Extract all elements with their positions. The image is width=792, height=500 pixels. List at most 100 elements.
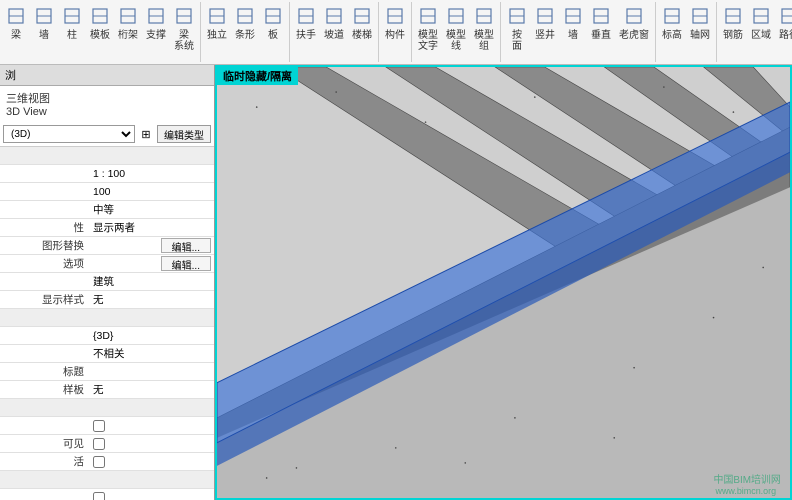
prop-value-cell[interactable] (90, 383, 214, 397)
prop-value-cell[interactable] (90, 203, 214, 217)
ribbon-btn-iso[interactable]: 独立 (204, 2, 230, 43)
prop-input[interactable] (93, 203, 211, 217)
ribbon-btn-wall[interactable]: 墙 (31, 2, 57, 54)
comp-icon (385, 4, 405, 28)
property-row (0, 327, 214, 345)
property-row: 可见 (0, 435, 214, 453)
prop-input[interactable] (93, 293, 211, 307)
property-row: 显示样式 (0, 291, 214, 309)
prop-checkbox[interactable] (93, 492, 105, 500)
prop-value-cell[interactable] (90, 221, 214, 235)
beamsys-icon (174, 4, 194, 28)
ribbon-btn-line[interactable]: 模型线 (443, 2, 469, 54)
prop-value-cell[interactable] (90, 492, 214, 500)
strip-icon (235, 4, 255, 28)
ribbon-label: 板 (268, 30, 278, 41)
prop-value-cell[interactable] (90, 293, 214, 307)
ribbon-btn-stair[interactable]: 楼梯 (349, 2, 375, 43)
ribbon-btn-truss[interactable]: 桁架 (115, 2, 141, 54)
ribbon-btn-rebar[interactable]: 钢筋 (720, 2, 746, 43)
ribbon-btn-shaft[interactable]: 竖井 (532, 2, 558, 54)
3d-scene[interactable]: 中国BIM培训网 www.bimcn.org (217, 67, 790, 498)
prop-value-cell[interactable]: 编辑... (90, 238, 214, 253)
ribbon-btn-comp[interactable]: 构件 (382, 2, 408, 43)
tree-item-3dview[interactable]: 三维视图 (6, 90, 208, 106)
ribbon-btn-beamsys[interactable]: 梁系统 (171, 2, 197, 54)
ribbon-btn-path[interactable]: 路径 (776, 2, 792, 43)
prop-checkbox[interactable] (93, 420, 105, 432)
wall2-icon (563, 4, 583, 28)
prop-checkbox[interactable] (93, 456, 105, 468)
prop-value-cell[interactable] (90, 365, 214, 379)
tree-item-3dview-sub[interactable]: 3D View (6, 106, 208, 118)
property-row: 图形替换编辑... (0, 237, 214, 255)
prop-value-cell[interactable] (90, 347, 214, 361)
prop-label: 标题 (0, 364, 90, 379)
prop-value-cell[interactable] (90, 456, 214, 468)
ribbon-btn-ramp[interactable]: 坡道 (321, 2, 347, 43)
ribbon-btn-level[interactable]: 标高 (659, 2, 685, 43)
viewport-temp-hide-tag[interactable]: 临时隐藏/隔离 (217, 67, 298, 85)
property-row (0, 471, 214, 489)
type-selector-dropdown[interactable]: (3D) (3, 125, 135, 143)
properties-grid: 性图形替换编辑...选项编辑...显示样式标题样板可见活编辑...向 (0, 147, 214, 500)
prop-edit-button[interactable]: 编辑... (161, 256, 211, 271)
property-row (0, 489, 214, 500)
ribbon-label: 独立 (207, 30, 227, 41)
ribbon-btn-face[interactable]: 按面 (504, 2, 530, 54)
prop-value-cell[interactable] (90, 275, 214, 289)
prop-value-cell[interactable] (90, 420, 214, 432)
rail-icon (296, 4, 316, 28)
ribbon-btn-area[interactable]: 区域 (748, 2, 774, 43)
prop-value-cell[interactable]: 编辑... (90, 256, 214, 271)
ribbon-label: 条形 (235, 30, 255, 41)
ribbon-label: 梁系统 (174, 30, 194, 52)
ribbon-btn-wall2[interactable]: 墙 (560, 2, 586, 54)
ribbon-label: 支撑 (146, 30, 166, 41)
dormer-icon (624, 4, 644, 28)
prop-input[interactable] (93, 185, 211, 199)
panel-tab[interactable]: 浏 (0, 65, 214, 86)
level-icon (662, 4, 682, 28)
ribbon-btn-dormer[interactable]: 老虎窗 (616, 2, 652, 54)
ribbon-label: 路径 (779, 30, 792, 41)
area-icon (751, 4, 771, 28)
prop-input[interactable] (93, 329, 211, 343)
property-row (0, 399, 214, 417)
prop-value-cell[interactable] (90, 167, 214, 181)
shaft-icon (535, 4, 555, 28)
ribbon-btn-group[interactable]: 模型组 (471, 2, 497, 54)
3d-viewport[interactable]: 临时隐藏/隔离 (215, 65, 792, 500)
ribbon-label: 楼梯 (352, 30, 372, 41)
prop-input[interactable] (93, 365, 211, 379)
ramp-icon (324, 4, 344, 28)
ribbon-btn-pad[interactable]: 板 (260, 2, 286, 43)
prop-value-cell[interactable] (90, 438, 214, 450)
ribbon-label: 模型线 (446, 30, 466, 52)
ribbon-label: 模板 (90, 30, 110, 41)
prop-input[interactable] (93, 275, 211, 289)
prop-value-cell[interactable] (90, 329, 214, 343)
ribbon-btn-grid[interactable]: 轴网 (687, 2, 713, 43)
prop-input[interactable] (93, 383, 211, 397)
project-browser-tree[interactable]: 三维视图 3D View (0, 86, 214, 122)
ribbon-btn-column[interactable]: 柱 (59, 2, 85, 54)
ribbon-btn-vert[interactable]: 垂直 (588, 2, 614, 54)
ribbon-label: 构件 (385, 30, 405, 41)
ribbon-label: 墙 (39, 30, 49, 41)
ribbon-btn-brace[interactable]: 支撑 (143, 2, 169, 54)
prop-value-cell[interactable] (90, 185, 214, 199)
prop-input[interactable] (93, 167, 211, 181)
edit-type-button[interactable]: 编辑类型 (157, 125, 211, 143)
prop-edit-button[interactable]: 编辑... (161, 238, 211, 253)
ribbon-btn-beam[interactable]: 梁 (3, 2, 29, 54)
slab-icon (90, 4, 110, 28)
prop-input[interactable] (93, 347, 211, 361)
ribbon-btn-text[interactable]: 模型文字 (415, 2, 441, 54)
ribbon-btn-rail[interactable]: 扶手 (293, 2, 319, 43)
filter-icon[interactable]: ⊞ (138, 128, 154, 141)
ribbon-btn-slab[interactable]: 模板 (87, 2, 113, 54)
prop-checkbox[interactable] (93, 438, 105, 450)
ribbon-btn-strip[interactable]: 条形 (232, 2, 258, 43)
prop-input[interactable] (93, 221, 211, 235)
